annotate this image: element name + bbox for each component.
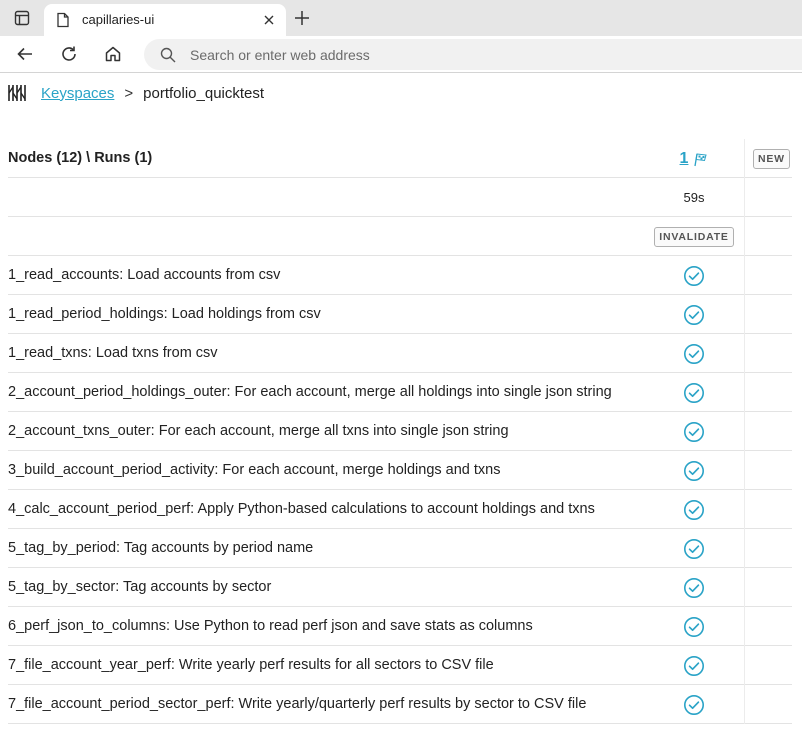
node-row: 2_account_period_holdings_outer: For eac… bbox=[8, 373, 792, 412]
node-row: 2_account_txns_outer: For each account, … bbox=[8, 412, 792, 451]
browser-tab[interactable]: capillaries-ui bbox=[44, 4, 286, 36]
complete-check-icon[interactable] bbox=[683, 460, 705, 482]
column-divider bbox=[744, 139, 745, 178]
node-status-cell[interactable] bbox=[644, 373, 744, 412]
column-divider bbox=[744, 373, 745, 412]
node-row: 1_read_txns: Load txns from csv bbox=[8, 334, 792, 373]
complete-check-icon[interactable] bbox=[683, 694, 705, 716]
node-label: 3_build_account_period_activity: For eac… bbox=[8, 462, 501, 478]
column-divider bbox=[744, 334, 745, 373]
node-row: 7_file_account_period_sector_perf: Write… bbox=[8, 685, 792, 724]
node-row: 3_build_account_period_activity: For eac… bbox=[8, 451, 792, 490]
new-tab-icon[interactable] bbox=[292, 8, 312, 28]
column-divider bbox=[744, 217, 745, 256]
run-finished-flag-icon bbox=[692, 151, 708, 167]
column-divider bbox=[744, 178, 745, 217]
node-label: 2_account_period_holdings_outer: For eac… bbox=[8, 384, 612, 400]
page-icon bbox=[56, 12, 70, 28]
node-status-cell[interactable] bbox=[644, 295, 744, 334]
breadcrumb: Keyspaces > portfolio_quicktest bbox=[7, 82, 264, 104]
actions-cell: INVALIDATE bbox=[644, 217, 744, 256]
close-tab-icon[interactable] bbox=[260, 11, 278, 29]
column-divider bbox=[744, 412, 745, 451]
node-status-cell[interactable] bbox=[644, 490, 744, 529]
invalidate-button[interactable]: INVALIDATE bbox=[654, 226, 734, 247]
node-label: 2_account_txns_outer: For each account, … bbox=[8, 423, 509, 439]
node-label: 1_read_accounts: Load accounts from csv bbox=[8, 267, 281, 283]
complete-check-icon[interactable] bbox=[683, 265, 705, 287]
column-divider bbox=[744, 646, 745, 685]
node-row: 5_tag_by_sector: Tag accounts by sector bbox=[8, 568, 792, 607]
breadcrumb-keyspaces-link[interactable]: Keyspaces bbox=[41, 85, 114, 102]
node-label: 7_file_account_period_sector_perf: Write… bbox=[8, 696, 587, 712]
complete-check-icon[interactable] bbox=[683, 499, 705, 521]
duration-cell: 59s bbox=[644, 178, 744, 217]
node-status-cell[interactable] bbox=[644, 529, 744, 568]
node-row: 5_tag_by_period: Tag accounts by period … bbox=[8, 529, 792, 568]
column-divider bbox=[744, 529, 745, 568]
column-divider bbox=[744, 451, 745, 490]
node-status-cell[interactable] bbox=[644, 568, 744, 607]
reload-icon[interactable] bbox=[58, 43, 80, 65]
node-label: 5_tag_by_sector: Tag accounts by sector bbox=[8, 579, 272, 595]
address-input[interactable] bbox=[190, 39, 790, 70]
column-divider bbox=[744, 607, 745, 646]
back-icon[interactable] bbox=[14, 43, 36, 65]
address-bar[interactable] bbox=[144, 39, 802, 70]
complete-check-icon[interactable] bbox=[683, 616, 705, 638]
node-label: 7_file_account_year_perf: Write yearly p… bbox=[8, 657, 494, 673]
nodes-runs-matrix: Nodes (12) \ Runs (1) 1 NEW 59s INVALIDA… bbox=[8, 139, 792, 724]
column-divider bbox=[744, 295, 745, 334]
tab-actions-icon[interactable] bbox=[12, 8, 32, 28]
node-label: 6_perf_json_to_columns: Use Python to re… bbox=[8, 618, 533, 634]
search-icon bbox=[160, 47, 176, 63]
node-status-cell[interactable] bbox=[644, 256, 744, 295]
node-row: 7_file_account_year_perf: Write yearly p… bbox=[8, 646, 792, 685]
column-divider bbox=[744, 256, 745, 295]
complete-check-icon[interactable] bbox=[683, 382, 705, 404]
node-label: 4_calc_account_period_perf: Apply Python… bbox=[8, 501, 595, 517]
node-label: 5_tag_by_period: Tag accounts by period … bbox=[8, 540, 314, 556]
node-status-cell[interactable] bbox=[644, 646, 744, 685]
breadcrumb-separator: > bbox=[124, 84, 134, 102]
actions-row: INVALIDATE bbox=[8, 217, 792, 256]
node-row: 1_read_period_holdings: Load holdings fr… bbox=[8, 295, 792, 334]
node-status-cell[interactable] bbox=[644, 412, 744, 451]
complete-check-icon[interactable] bbox=[683, 538, 705, 560]
node-status-cell[interactable] bbox=[644, 685, 744, 724]
duration-row: 59s bbox=[8, 178, 792, 217]
run-header-cell: 1 bbox=[644, 139, 744, 178]
node-row: 1_read_accounts: Load accounts from csv bbox=[8, 256, 792, 295]
column-divider bbox=[744, 685, 745, 724]
tab-title: capillaries-ui bbox=[82, 12, 155, 27]
new-run-button[interactable]: NEW bbox=[753, 149, 790, 169]
complete-check-icon[interactable] bbox=[683, 343, 705, 365]
browser-toolbar bbox=[0, 36, 802, 73]
node-status-cell[interactable] bbox=[644, 334, 744, 373]
node-status-cell[interactable] bbox=[644, 607, 744, 646]
browser-tab-bar: capillaries-ui bbox=[0, 0, 802, 36]
column-divider bbox=[744, 568, 745, 607]
matrix-title: Nodes (12) \ Runs (1) bbox=[8, 150, 153, 166]
node-label: 1_read_txns: Load txns from csv bbox=[8, 345, 218, 361]
node-status-cell[interactable] bbox=[644, 451, 744, 490]
node-row: 4_calc_account_period_perf: Apply Python… bbox=[8, 490, 792, 529]
node-row: 6_perf_json_to_columns: Use Python to re… bbox=[8, 607, 792, 646]
column-divider bbox=[744, 490, 745, 529]
complete-check-icon[interactable] bbox=[683, 577, 705, 599]
capillaries-logo-icon[interactable] bbox=[7, 83, 27, 103]
complete-check-icon[interactable] bbox=[683, 421, 705, 443]
home-icon[interactable] bbox=[102, 43, 124, 65]
breadcrumb-current: portfolio_quicktest bbox=[143, 84, 265, 102]
complete-check-icon[interactable] bbox=[683, 655, 705, 677]
header-row: Nodes (12) \ Runs (1) 1 NEW bbox=[8, 139, 792, 178]
complete-check-icon[interactable] bbox=[683, 304, 705, 326]
run-link[interactable]: 1 bbox=[680, 150, 689, 168]
node-label: 1_read_period_holdings: Load holdings fr… bbox=[8, 306, 321, 322]
run-duration: 59s bbox=[683, 190, 705, 205]
